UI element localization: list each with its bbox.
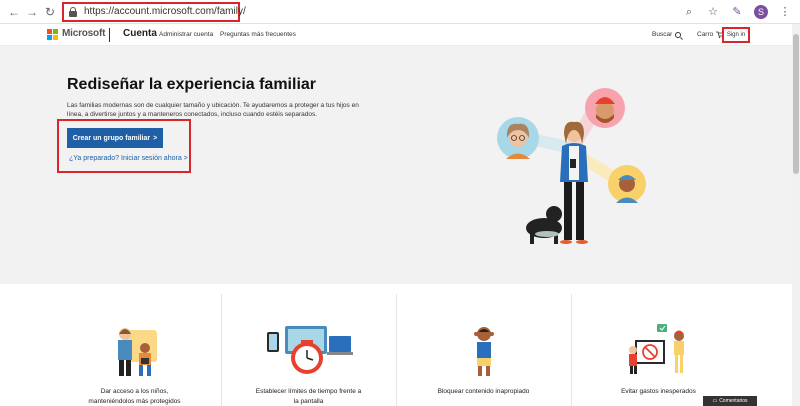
feature-block-content: Bloquear contenido inapropiado [396,284,571,406]
create-family-group-button[interactable]: Crear un grupo familiar > [67,128,163,148]
profile-avatar[interactable]: S [754,5,768,19]
cart-label: Carro [697,31,714,38]
scrollbar-thumb[interactable] [793,34,799,174]
sign-in-link[interactable]: Sign in [722,27,750,43]
screen-time-clock-icon [267,326,353,374]
feature-prevent-spending: Evitar gastos inesperados [571,284,746,406]
hero-description: Las familias modernas son de cualquier t… [67,102,359,118]
feedback-button[interactable]: ▭ Comentarios [703,396,757,406]
kebab-menu-icon[interactable]: ⋮ [778,5,792,19]
vertical-scrollbar[interactable] [792,24,800,406]
family-illustration [497,88,646,244]
search-icon[interactable]: ⌕ [682,5,696,19]
extension-pen-icon[interactable]: ✎ [730,5,744,19]
feature-label: Dar acceso a los niños, manteniéndolos m… [88,388,181,405]
features-section: Dar acceso a los niños, manteniéndolos m… [0,284,792,406]
feature-screen-time: Establecer límites de tiempo frente a la… [221,284,396,406]
kids-with-devices-icon [118,328,157,376]
sign-in-now-label: ¿Ya preparado? Iniciar sesión ahora [69,155,182,162]
search-button[interactable]: Buscar [652,31,682,38]
url-text: https://account.microsoft.com/family/ [84,6,246,17]
brand-name[interactable]: Microsoft [62,28,105,39]
comment-icon: ▭ [712,398,718,404]
search-label: Buscar [652,31,673,38]
kid-covering-eyes-icon [474,327,494,376]
reload-icon[interactable]: ↻ [42,4,58,20]
chevron-right-icon: > [153,134,158,142]
microsoft-logo-icon[interactable] [47,29,58,40]
header-divider [109,28,110,42]
forward-arrow-icon[interactable]: → [24,4,40,20]
sign-in-now-link[interactable]: ¿Ya preparado? Iniciar sesión ahora > [69,155,188,162]
magnifier-icon [675,31,682,38]
hero-title: Rediseñar la experiencia familiar [67,76,317,93]
feature-label: Establecer límites de tiempo frente a la… [255,388,362,405]
chevron-right-icon: > [183,155,188,162]
feature-label: Bloquear contenido inapropiado [437,388,530,395]
prevent-purchase-icon [629,324,684,374]
feedback-label: Comentarios [719,398,748,404]
lock-icon [69,7,77,17]
address-bar[interactable]: https://account.microsoft.com/family/ [62,2,246,22]
cart-button[interactable]: Carro [697,31,725,38]
feature-kids-access: Dar acceso a los niños, manteniéndolos m… [47,284,222,406]
star-icon[interactable]: ☆ [706,5,720,19]
site-header: Microsoft Cuenta Administrar cuenta Preg… [0,24,792,46]
back-arrow-icon[interactable]: ← [6,4,22,20]
browser-toolbar: ← → ↻ https://account.microsoft.com/fami… [0,0,800,24]
section-title[interactable]: Cuenta [123,28,157,39]
nav-link-faq[interactable]: Preguntas más frecuentes [220,31,296,38]
nav-link-manage-account[interactable]: Administrar cuenta [159,31,213,38]
cta-label: Crear un grupo familiar [72,134,151,142]
